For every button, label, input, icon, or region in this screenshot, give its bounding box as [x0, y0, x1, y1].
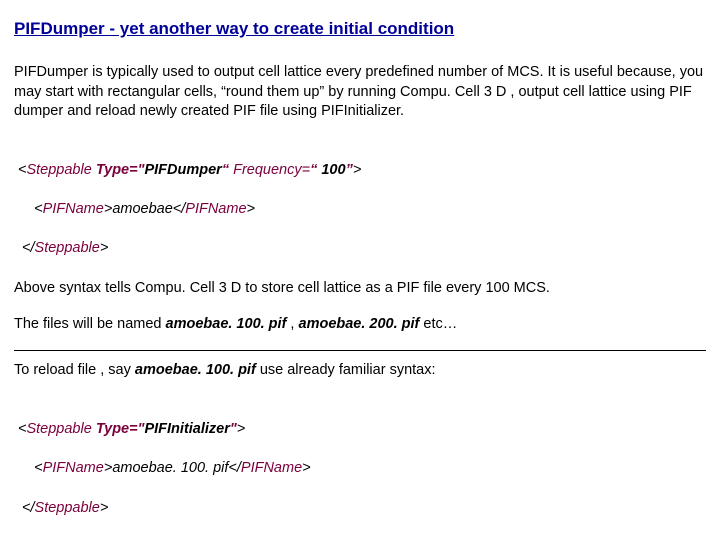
- code-line: <PIFName>amoebae</PIFName>: [18, 181, 706, 220]
- explain-paragraph-3: To reload file , say amoebae. 100. pif u…: [14, 361, 706, 381]
- code-token: >: [100, 240, 108, 256]
- code-token: Type=": [96, 162, 145, 178]
- explain-paragraph-2: The files will be named amoebae. 100. pi…: [14, 315, 706, 335]
- filename-span: amoebae. 100. pif: [166, 316, 287, 332]
- text-span: ,: [286, 316, 298, 332]
- divider: [14, 350, 706, 351]
- code-token: <: [34, 460, 42, 476]
- code-token: Steppable: [26, 162, 91, 178]
- code-token: </: [22, 500, 35, 516]
- filename-span: amoebae. 100. pif: [135, 362, 256, 378]
- code-token: >: [247, 201, 255, 217]
- code-token: >: [353, 162, 361, 178]
- code-token: ”: [346, 162, 353, 178]
- code-block-pifinitializer: <Steppable Type="PIFInitializer"> <PIFNa…: [14, 397, 706, 522]
- explain-paragraph-1: Above syntax tells Compu. Cell 3 D to st…: [14, 279, 706, 299]
- code-token: Type=": [96, 421, 145, 437]
- document-page: PIFDumper - yet another way to create in…: [0, 0, 720, 548]
- text-span: etc…: [419, 316, 457, 332]
- code-line: <Steppable Type="PIFInitializer">: [18, 401, 706, 440]
- code-token: >: [237, 421, 245, 437]
- code-token: “: [222, 162, 233, 178]
- code-token: “: [310, 162, 321, 178]
- code-token: amoebae. 100. pif: [112, 460, 228, 476]
- filename-span: amoebae. 200. pif: [299, 316, 420, 332]
- code-block-pifdumper: <Steppable Type="PIFDumper“ Frequency=“ …: [14, 138, 706, 263]
- code-line: </Steppable>: [18, 220, 706, 259]
- code-token: PIFInitializer: [144, 421, 229, 437]
- code-token: amoebae: [112, 201, 172, 217]
- code-token: PIFDumper: [144, 162, 221, 178]
- code-token: PIFName: [241, 460, 302, 476]
- page-title: PIFDumper - yet another way to create in…: [14, 18, 706, 41]
- code-token: >: [302, 460, 310, 476]
- text-span: To reload file , say: [14, 362, 135, 378]
- code-line: </Steppable>: [18, 479, 706, 518]
- code-token: </: [173, 201, 186, 217]
- text-span: The files will be named: [14, 316, 166, 332]
- code-token: <: [34, 201, 42, 217]
- code-token: Steppable: [35, 500, 100, 516]
- code-token: PIFName: [43, 201, 104, 217]
- intro-paragraph: PIFDumper is typically used to output ce…: [14, 63, 706, 122]
- code-line: <Steppable Type="PIFDumper“ Frequency=“ …: [18, 142, 706, 181]
- code-token: Steppable: [35, 240, 100, 256]
- code-token: </: [22, 240, 35, 256]
- code-token: Steppable: [26, 421, 91, 437]
- code-token: >: [100, 500, 108, 516]
- code-line: <PIFName>amoebae. 100. pif</PIFName>: [18, 440, 706, 479]
- code-token: [18, 460, 34, 476]
- code-token: </: [228, 460, 241, 476]
- code-token: 100: [321, 162, 345, 178]
- code-token: PIFName: [43, 460, 104, 476]
- code-token: [18, 201, 34, 217]
- code-token: ": [230, 421, 237, 437]
- text-span: use already familiar syntax:: [256, 362, 436, 378]
- code-token: Frequency=: [233, 162, 310, 178]
- code-token: PIFName: [185, 201, 246, 217]
